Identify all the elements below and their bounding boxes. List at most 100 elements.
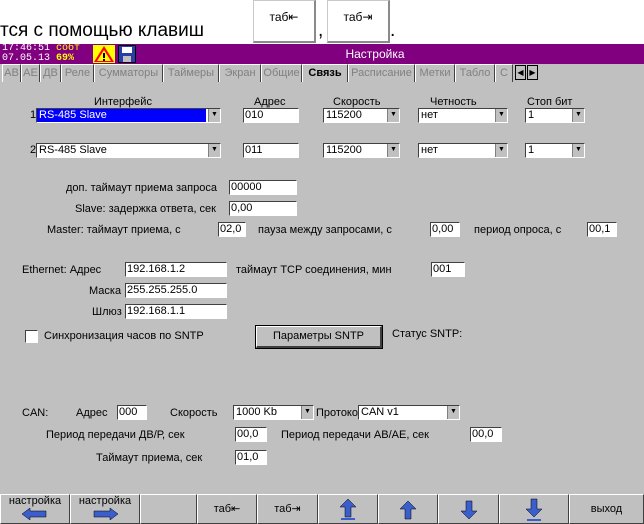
stop-bits-select-1[interactable]: 1 ▼ <box>525 108 585 123</box>
up-button[interactable] <box>378 494 438 524</box>
can-protocol-label: Протокол <box>316 407 365 419</box>
sntp-sync-label: Синхронизация часов по SNTP <box>44 330 204 342</box>
battery-level: 69% <box>56 53 75 64</box>
tab-schedule[interactable]: Расписание <box>348 64 415 82</box>
chevron-down-icon[interactable]: ▼ <box>208 144 220 157</box>
blank-button[interactable] <box>140 494 197 524</box>
speed-select-1[interactable]: 115200 ▼ <box>323 108 400 123</box>
chevron-down-icon[interactable]: ▼ <box>387 109 399 122</box>
tab-back-label: таб⇤ <box>213 503 241 515</box>
chevron-down-icon[interactable]: ▼ <box>572 109 584 122</box>
device-window: 17:46:51 собт 07.05.13 69% Настройка АВ … <box>0 44 644 524</box>
tab-display[interactable]: Табло <box>455 64 495 82</box>
can-timeout-label: Таймаут приема, сек <box>96 452 203 464</box>
exit-label: выход <box>590 503 623 515</box>
header-address: Адрес <box>254 96 286 108</box>
master-pause-field[interactable]: 0,00 <box>430 222 460 237</box>
settings-prev-label: настройка <box>8 495 62 507</box>
sntp-sync-checkbox[interactable] <box>25 330 38 343</box>
tab-relays[interactable]: Реле <box>61 64 94 82</box>
tab-general[interactable]: Общие <box>261 64 302 82</box>
chevron-down-icon[interactable]: ▼ <box>572 144 584 157</box>
tab-summators[interactable]: Сумматоры <box>94 64 163 82</box>
chevron-down-icon[interactable]: ▼ <box>387 144 399 157</box>
tab-timers[interactable]: Таймеры <box>163 64 219 82</box>
can-timeout-field[interactable]: 01,0 <box>235 450 267 465</box>
chevron-down-icon[interactable]: ▼ <box>208 109 220 122</box>
speed-select-2[interactable]: 115200 ▼ <box>323 143 400 158</box>
key-tab-back: таб⇤ <box>253 0 316 43</box>
double-arrow-up-icon <box>339 498 357 520</box>
can-period-ab-label: Период передачи АВ/АЕ, сек <box>281 429 429 441</box>
interface-value: RS-485 Slave <box>39 144 107 156</box>
header-parity: Четность <box>430 96 477 108</box>
chevron-down-icon[interactable]: ▼ <box>301 406 313 419</box>
can-protocol-select[interactable]: CAN v1 ▼ <box>358 405 460 420</box>
tab-av[interactable]: АВ <box>2 64 21 82</box>
can-period-ab-field[interactable]: 00,0 <box>470 427 502 442</box>
tab-screen[interactable]: Экран <box>219 64 261 82</box>
parity-select-2[interactable]: нет ▼ <box>418 143 508 158</box>
can-address-field[interactable]: 000 <box>117 405 147 420</box>
speed-value: 115200 <box>326 109 362 121</box>
tab-forward-label: таб⇥ <box>274 503 301 515</box>
status-date: 07.05.13 <box>2 53 51 64</box>
master-timeout-field[interactable]: 02,0 <box>218 222 246 237</box>
tab-ae[interactable]: АЕ <box>21 64 40 82</box>
tab-dv[interactable]: ДВ <box>40 64 61 82</box>
settings-next-label: настройка <box>78 495 132 507</box>
can-speed-select[interactable]: 1000 Kb ▼ <box>233 405 314 420</box>
can-period-dvr-label: Период передачи ДВ/Р, сек <box>46 429 185 441</box>
exit-button[interactable]: выход <box>569 494 644 524</box>
status-clock: 17:46:51 собт 07.05.13 69% <box>2 44 80 64</box>
tab-back-button[interactable]: таб⇤ <box>197 494 257 524</box>
stop-bits-select-2[interactable]: 1 ▼ <box>525 143 585 158</box>
double-arrow-down-icon <box>525 498 543 521</box>
interface-select-2[interactable]: RS-485 Slave ▼ <box>36 143 221 158</box>
mask-field[interactable]: 255.255.255.0 <box>125 283 227 298</box>
slave-delay-label: Slave: задержка ответа, сек <box>75 203 216 215</box>
settings-prev-button[interactable]: настройка <box>0 494 70 524</box>
sntp-params-button[interactable]: Параметры SNTP <box>255 325 383 349</box>
chevron-down-icon[interactable]: ▼ <box>495 109 507 122</box>
tab-marks[interactable]: Метки <box>415 64 455 82</box>
slave-delay-field[interactable]: 0,00 <box>229 201 297 216</box>
parity-value: нет <box>421 144 438 156</box>
tcp-timeout-field[interactable]: 001 <box>431 262 465 277</box>
down-button[interactable] <box>438 494 499 524</box>
page-down-button[interactable] <box>499 494 569 524</box>
address-field-2[interactable]: 011 <box>243 143 299 158</box>
master-period-field[interactable]: 00,1 <box>587 222 617 237</box>
tab-communication[interactable]: Связь <box>302 64 348 82</box>
tab-scroll-right-icon[interactable]: ▶ <box>527 65 538 80</box>
arrow-right-icon <box>93 507 119 521</box>
parity-value: нет <box>421 109 438 121</box>
document-text: тся с помощью клавиш <box>0 20 205 41</box>
extra-timeout-field[interactable]: 00000 <box>229 180 297 195</box>
parity-select-1[interactable]: нет ▼ <box>418 108 508 123</box>
warning-icon[interactable] <box>93 45 115 63</box>
page-up-button[interactable] <box>318 494 378 524</box>
save-disk-icon[interactable] <box>118 45 136 63</box>
interface-select-1[interactable]: RS-485 Slave ▼ <box>36 108 221 123</box>
speed-value: 115200 <box>326 144 362 156</box>
tab-forward-button[interactable]: таб⇥ <box>257 494 318 524</box>
tab-more[interactable]: С <box>495 64 513 82</box>
key-tab-forward: таб⇥ <box>327 0 390 43</box>
tab-strip: АВ АЕ ДВ Реле Сумматоры Таймеры Экран Об… <box>0 64 644 82</box>
chevron-down-icon[interactable]: ▼ <box>495 144 507 157</box>
settings-next-button[interactable]: настройка <box>70 494 140 524</box>
arrow-left-icon <box>21 507 47 521</box>
stop-bits-value: 1 <box>528 144 535 156</box>
address-field-1[interactable]: 010 <box>243 108 299 123</box>
header-speed: Скорость <box>333 96 381 108</box>
tab-scroll-left-icon[interactable]: ◀ <box>515 65 526 80</box>
can-period-dvr-field[interactable]: 00,0 <box>235 427 267 442</box>
ethernet-address-field[interactable]: 192.168.1.2 <box>125 262 227 277</box>
chevron-down-icon[interactable]: ▼ <box>447 406 459 419</box>
document-comma: , <box>318 20 324 41</box>
can-address-label: Адрес <box>76 407 108 419</box>
gateway-field[interactable]: 192.168.1.1 <box>125 304 227 319</box>
gateway-label: Шлюз <box>92 306 122 318</box>
interface-value: RS-485 Slave <box>37 109 206 122</box>
